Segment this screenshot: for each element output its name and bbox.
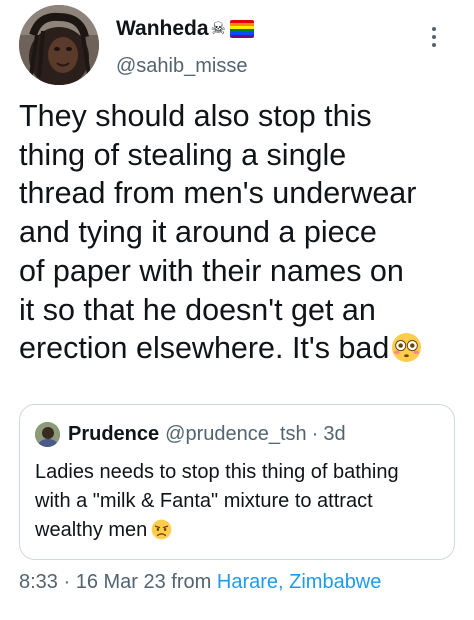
author-name-row[interactable]: Wanheda ☠ [116,16,254,42]
user-avatar-photo [35,421,60,447]
quoted-author-avatar[interactable] [35,421,60,447]
quoted-text-line-last: wealthy men [35,516,445,545]
author-display-name[interactable]: Wanheda [116,17,209,41]
quoted-text-line: Ladies needs to stop this thing of bathi… [35,461,399,483]
separator-dot: · [311,422,319,445]
disappointed-face-icon [151,519,172,540]
more-options-icon[interactable] [427,27,441,47]
tweet-text-line: They should also stop this [19,99,372,133]
tweet-text-line-last: erection elsewhere. It's bad [19,329,459,368]
quoted-text-line: with a "milk & Fanta" mixture to attract [35,490,373,512]
quoted-author-display-name[interactable]: Prudence [68,423,159,446]
user-avatar-photo [19,5,99,85]
rainbow-flag-icon [229,20,254,38]
quoted-tweet[interactable]: Prudence @prudence_tsh · 3d Ladies needs… [19,404,455,560]
quoted-tweet-time[interactable]: 3d [323,423,345,446]
tweet-timestamp[interactable]: 8:33 · 16 Mar 23 from [19,571,217,593]
tweet-text-line: it so that he doesn't get an [19,292,376,327]
author-avatar[interactable] [19,5,99,85]
flushed-face-icon [392,333,422,363]
tweet-text-line: of paper with their names on [19,253,404,288]
tweet-text: They should also stop this thing of stea… [19,97,459,368]
quoted-tweet-text: Ladies needs to stop this thing of bathi… [35,458,445,545]
tweet-meta: 8:33 · 16 Mar 23 from Harare, Zimbabwe [19,571,381,594]
tweet-location-link[interactable]: Harare, Zimbabwe [217,571,382,593]
author-handle[interactable]: @sahib_misse [116,55,247,78]
tweet-text-line: thread from men's underwear [19,176,417,211]
skull-crossbones-icon: ☠ [210,18,226,39]
tweet-card: Wanheda ☠ @sahib_misse They should also … [0,0,474,620]
tweet-text-line: thing of stealing a single [19,137,347,172]
quoted-author-handle[interactable]: @prudence_tsh [165,423,307,446]
quoted-tweet-header: Prudence @prudence_tsh · 3d [35,420,346,448]
tweet-text-line: erection elsewhere. It's bad [19,331,390,366]
tweet-text-line: and tying it around a piece [19,215,377,250]
quoted-text-line: wealthy men [35,519,148,541]
